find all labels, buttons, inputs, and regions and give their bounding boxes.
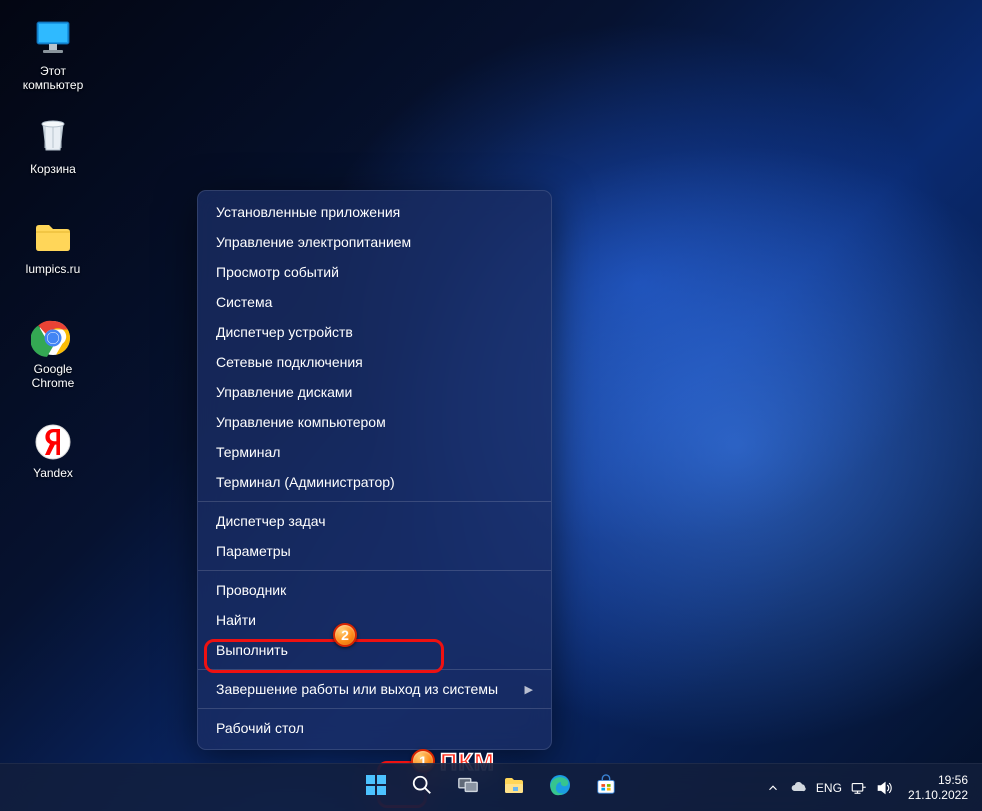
desktop-icon-label: Yandex [33,466,73,480]
desktop-icon-label: Корзина [30,162,76,176]
folder-icon [31,214,75,258]
context-menu-item-label: Завершение работы или выход из системы [216,681,498,697]
context-menu-item-label: Терминал (Администратор) [216,474,395,490]
start-icon [364,773,388,802]
context-menu-item-label: Сетевые подключения [216,354,363,370]
desktop-icon-lumpics[interactable]: lumpics.ru [14,210,92,280]
context-menu-item-label: Найти [216,612,256,628]
store-icon [595,774,617,801]
context-menu-item-label: Диспетчер задач [216,513,326,529]
context-menu-item[interactable]: Система [198,287,551,317]
context-menu-item-label: Управление компьютером [216,414,386,430]
desktop-icon-label: Этот компьютер [16,64,90,93]
language-indicator[interactable]: ENG [816,781,842,795]
context-menu-separator [198,708,551,709]
context-menu-item-label: Установленные приложения [216,204,400,220]
volume-icon[interactable] [876,779,894,797]
context-menu-item[interactable]: Диспетчер задач [198,506,551,536]
desktop-icon-recycle-bin[interactable]: Корзина [14,110,92,180]
context-menu-item-label: Диспетчер устройств [216,324,353,340]
context-menu-item-label: Управление электропитанием [216,234,411,250]
context-menu-item[interactable]: Сетевые подключения [198,347,551,377]
context-menu-separator [198,669,551,670]
start-button[interactable] [355,767,397,809]
desktop-icon-label: lumpics.ru [26,262,81,276]
context-menu-item-label: Параметры [216,543,291,559]
clock-time: 19:56 [908,773,968,787]
context-menu-item[interactable]: Просмотр событий [198,257,551,287]
start-context-menu: Установленные приложения Управление элект… [197,190,552,750]
edge-button[interactable] [539,767,581,809]
network-icon[interactable] [850,779,868,797]
clock[interactable]: 19:56 21.10.2022 [902,769,974,806]
context-menu-item[interactable]: Найти [198,605,551,635]
context-menu-item[interactable]: Проводник [198,575,551,605]
context-menu-item-label: Система [216,294,272,310]
context-menu-item-label: Рабочий стол [216,720,304,736]
context-menu-item-label: Просмотр событий [216,264,339,280]
clock-date: 21.10.2022 [908,788,968,802]
task-view-button[interactable] [447,767,489,809]
file-explorer-icon [502,773,526,802]
monitor-icon [31,16,75,60]
context-menu-separator [198,570,551,571]
onedrive-icon[interactable] [790,779,808,797]
desktop-icon-this-pc[interactable]: Этот компьютер [14,12,92,97]
context-menu-item-label: Управление дисками [216,384,352,400]
context-menu-item-label: Проводник [216,582,286,598]
context-menu-item[interactable]: Завершение работы или выход из системы ▶ [198,674,551,704]
context-menu-item[interactable]: Управление дисками [198,377,551,407]
context-menu-item[interactable]: Терминал (Администратор) [198,467,551,497]
recycle-bin-icon [31,114,75,158]
context-menu-item[interactable]: Выполнить [198,635,551,665]
yandex-icon [31,418,75,462]
context-menu-separator [198,501,551,502]
context-menu-item-label: Выполнить [216,642,288,658]
context-menu-item[interactable]: Параметры [198,536,551,566]
search-button[interactable] [401,767,443,809]
chevron-right-icon: ▶ [525,683,533,696]
chrome-icon [31,314,75,358]
context-menu-item-label: Терминал [216,444,280,460]
tray-chevron-up-icon[interactable] [764,779,782,797]
context-menu-item[interactable]: Управление электропитанием [198,227,551,257]
desktop-icon-chrome[interactable]: Google Chrome [14,310,92,395]
desktop-icon-yandex[interactable]: Yandex [14,414,92,484]
context-menu-item[interactable]: Рабочий стол [198,713,551,743]
store-button[interactable] [585,767,627,809]
taskbar: ENG 19:56 21.10.2022 [0,763,982,811]
edge-icon [548,773,572,802]
context-menu-item[interactable]: Установленные приложения [198,197,551,227]
file-explorer-button[interactable] [493,767,535,809]
search-icon [411,774,433,801]
taskbar-center [355,767,627,809]
context-menu-item[interactable]: Управление компьютером [198,407,551,437]
desktop-icon-label: Google Chrome [16,362,90,391]
context-menu-item[interactable]: Терминал [198,437,551,467]
system-tray: ENG 19:56 21.10.2022 [764,764,974,811]
context-menu-item[interactable]: Диспетчер устройств [198,317,551,347]
task-view-icon [457,774,479,801]
